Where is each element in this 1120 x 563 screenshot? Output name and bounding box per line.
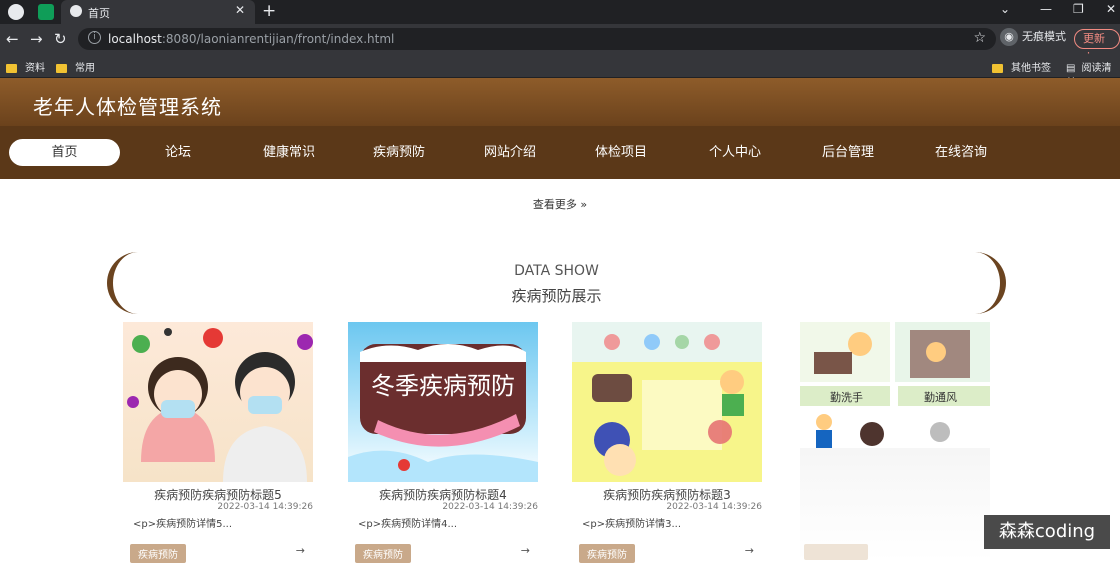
- card-description: <p>疾病预防详情5...: [133, 519, 233, 530]
- url-host: localhost: [108, 32, 162, 46]
- nav-forum[interactable]: 论坛: [148, 126, 208, 179]
- sheets-icon[interactable]: [38, 4, 54, 20]
- site-title: 老年人体检管理系统: [33, 95, 222, 119]
- nav-site-intro[interactable]: 网站介绍: [475, 126, 545, 179]
- card-date: 2022-03-14 14:39:26: [217, 502, 313, 512]
- card-image[interactable]: [572, 322, 762, 482]
- card-tag[interactable]: 疾病预防: [355, 544, 411, 563]
- folder-icon: [56, 63, 67, 73]
- article-card[interactable]: 疾病预防疾病预防标题5 2022-03-14 14:39:26 <p>疾病预防详…: [123, 322, 313, 563]
- card-tag[interactable]: 疾病预防: [579, 544, 635, 563]
- card-date: 2022-03-14 14:39:26: [442, 502, 538, 512]
- svg-text:勤通风: 勤通风: [924, 391, 957, 404]
- main-nav: 首页 论坛 健康常识 疾病预防 网站介绍 体检项目 个人中心 后台管理 在线咨询: [0, 126, 1120, 179]
- reading-list-icon: ▤: [1066, 63, 1076, 74]
- arrow-right-icon[interactable]: →: [521, 544, 530, 557]
- arrow-right-icon[interactable]: →: [296, 544, 305, 557]
- chevron-down-icon[interactable]: ⌄: [1000, 2, 1010, 16]
- card-image[interactable]: 冬季疾病预防: [348, 322, 538, 482]
- view-more-link[interactable]: 查看更多 »: [0, 196, 1120, 212]
- card-description: <p>疾病预防详情3...: [582, 519, 682, 530]
- close-tab-icon[interactable]: ✕: [235, 3, 245, 17]
- address-bar-row: ← → ↻ i localhost:8080/laonianrentijian/…: [0, 24, 1120, 54]
- nav-admin[interactable]: 后台管理: [813, 126, 883, 179]
- card-date: 2022-03-14 14:39:26: [666, 502, 762, 512]
- card-title[interactable]: 疾病预防疾病预防标题5: [123, 486, 313, 503]
- nav-home[interactable]: 首页: [9, 139, 120, 166]
- card-title[interactable]: 疾病预防疾病预防标题3: [572, 486, 762, 503]
- article-card[interactable]: 疾病预防疾病预防标题3 2022-03-14 14:39:26 <p>疾病预防详…: [572, 322, 762, 563]
- card-image-text: 冬季疾病预防: [371, 372, 515, 400]
- bookmark-folder[interactable]: 资料: [6, 59, 45, 74]
- section-title-cn: 疾病预防展示: [511, 287, 602, 305]
- incognito-indicator[interactable]: ◉ 无痕模式: [1000, 28, 1066, 46]
- double-chevron-right-icon: »: [580, 198, 588, 211]
- tab-title: 首页: [88, 7, 110, 20]
- minimize-icon[interactable]: —: [1040, 2, 1052, 16]
- card-tag[interactable]: 疾病预防: [130, 544, 186, 563]
- active-tab[interactable]: 首页 ✕: [61, 0, 255, 24]
- forward-icon[interactable]: →: [30, 30, 43, 48]
- incognito-icon: ◉: [1000, 28, 1018, 46]
- article-card[interactable]: 勤洗手 勤通风: [800, 322, 990, 561]
- browser-tab-bar: 首页 ✕ + ⌄ — ❐ ✕: [0, 0, 1120, 24]
- section-header: DATA SHOW 疾病预防展示: [107, 252, 1006, 314]
- site-header: 老年人体检管理系统: [0, 78, 1120, 126]
- folder-icon: [6, 63, 17, 73]
- watermark: 森森coding: [984, 515, 1110, 549]
- restore-icon[interactable]: ❐: [1073, 2, 1084, 16]
- card-description: <p>疾病预防详情4...: [358, 519, 458, 530]
- reload-icon[interactable]: ↻: [54, 30, 67, 48]
- nav-health-knowledge[interactable]: 健康常识: [254, 126, 324, 179]
- close-window-icon[interactable]: ✕: [1106, 2, 1116, 16]
- incognito-label: 无痕模式: [1022, 30, 1066, 43]
- section-title-en: DATA SHOW: [514, 263, 599, 279]
- nav-disease-prevention[interactable]: 疾病预防: [364, 126, 434, 179]
- bookmarks-bar: 资料 常用 其他书签 ▤阅读清单: [0, 54, 1120, 89]
- info-icon[interactable]: i: [88, 31, 101, 44]
- nav-personal-center[interactable]: 个人中心: [700, 126, 770, 179]
- url-input[interactable]: i localhost:8080/laonianrentijian/front/…: [78, 28, 996, 50]
- globe-icon: [70, 5, 82, 17]
- new-tab-icon[interactable]: +: [262, 1, 276, 21]
- bookmark-star-icon[interactable]: ☆: [973, 30, 986, 46]
- card-title[interactable]: 疾病预防疾病预防标题4: [348, 486, 538, 503]
- update-button[interactable]: 更新 ⋮: [1074, 29, 1120, 63]
- url-path: :8080/laonianrentijian/front/index.html: [161, 32, 395, 46]
- arrow-right-icon[interactable]: →: [745, 544, 754, 557]
- card-image[interactable]: 勤洗手 勤通风: [800, 322, 990, 448]
- svg-text:勤洗手: 勤洗手: [830, 390, 863, 404]
- folder-icon: [992, 63, 1003, 73]
- back-icon[interactable]: ←: [6, 30, 19, 48]
- card-image[interactable]: [123, 322, 313, 482]
- nav-online-consult[interactable]: 在线咨询: [926, 126, 996, 179]
- card-tag[interactable]: [804, 544, 868, 560]
- article-card[interactable]: 冬季疾病预防 疾病预防疾病预防标题4 2022-03-14 14:39:26 <…: [348, 322, 538, 563]
- nav-checkup-items[interactable]: 体检项目: [586, 126, 656, 179]
- globe-icon[interactable]: [8, 4, 24, 20]
- bookmark-folder[interactable]: 其他书签: [992, 59, 1051, 74]
- bookmark-folder[interactable]: 常用: [56, 59, 95, 74]
